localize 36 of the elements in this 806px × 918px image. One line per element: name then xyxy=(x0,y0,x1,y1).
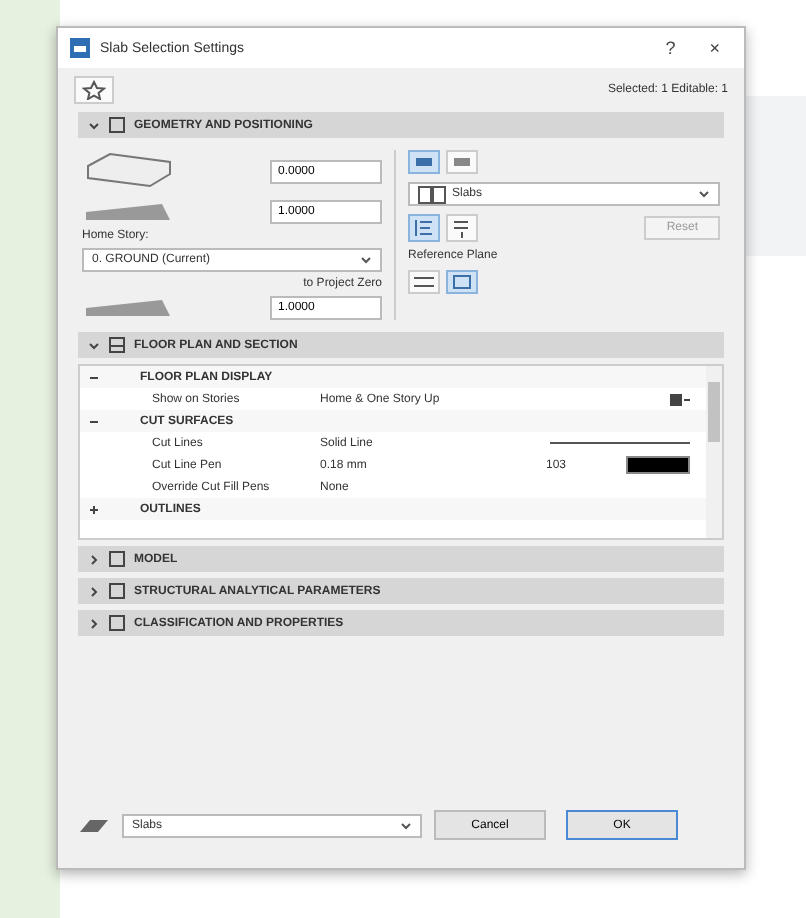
slab-view-button[interactable] xyxy=(408,150,440,174)
plane-icon xyxy=(414,274,434,290)
fill-icon xyxy=(418,185,446,203)
story-icon xyxy=(670,391,690,407)
chevron-right-icon xyxy=(88,553,100,565)
slab-edge-drawing xyxy=(82,296,174,320)
slab-edge-drawing xyxy=(82,200,174,224)
close-button[interactable]: × xyxy=(697,38,732,58)
slab-icon xyxy=(108,116,126,134)
help-button[interactable]: ? xyxy=(653,38,688,58)
reference-plane-button[interactable] xyxy=(446,270,478,294)
favorites-button[interactable] xyxy=(74,76,114,104)
pen-swatch[interactable] xyxy=(626,456,690,474)
plane-icon xyxy=(452,274,472,290)
edge-button[interactable] xyxy=(446,214,478,242)
minus-icon xyxy=(88,371,100,383)
chevron-down-icon xyxy=(88,119,100,131)
chevron-right-icon xyxy=(88,585,100,597)
chevron-down-icon xyxy=(88,339,100,351)
floor-plan-icon xyxy=(108,336,126,354)
chevron-down-icon xyxy=(400,821,412,829)
edge-icon xyxy=(452,218,472,238)
slab-view-button[interactable] xyxy=(446,150,478,174)
edge-button[interactable] xyxy=(408,214,440,242)
reference-plane-button[interactable] xyxy=(408,270,440,294)
scrollbar[interactable] xyxy=(706,366,722,538)
star-icon xyxy=(82,80,106,100)
edge-icon xyxy=(414,218,434,238)
layers-icon xyxy=(78,815,110,835)
chevron-down-icon xyxy=(698,190,710,198)
chevron-down-icon xyxy=(360,256,372,264)
chevron-right-icon xyxy=(88,617,100,629)
plus-icon xyxy=(88,503,100,515)
minus-icon xyxy=(88,415,100,427)
slab-icon xyxy=(70,38,90,58)
line-sample xyxy=(550,442,690,444)
